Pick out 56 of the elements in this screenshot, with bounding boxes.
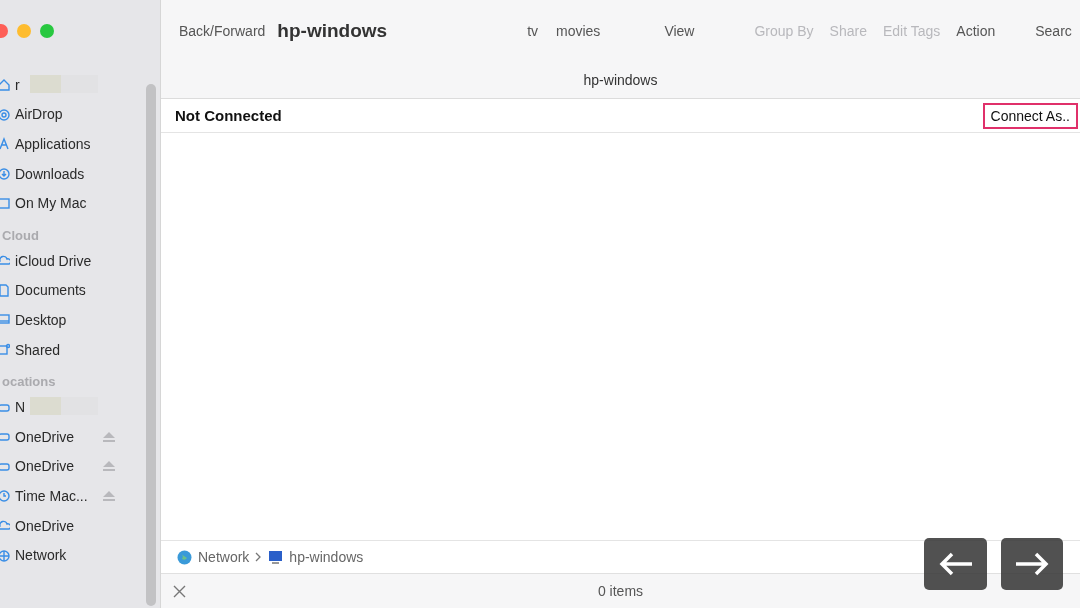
chevron-icon — [255, 552, 263, 562]
cloud-icon — [0, 519, 10, 532]
next-button[interactable] — [1001, 538, 1063, 590]
folder-icon — [0, 196, 10, 210]
sidebar-item[interactable]: N — [15, 399, 26, 416]
sidebar-item[interactable]: Network — [15, 547, 67, 564]
globe-icon — [0, 548, 10, 562]
sidebar-item[interactable]: r — [15, 76, 20, 93]
arrow-right-icon — [1014, 552, 1050, 576]
sidebar-item[interactable]: Shared — [15, 341, 61, 358]
applications-icon — [0, 137, 10, 151]
shared-folder-icon — [0, 343, 10, 357]
path-item[interactable]: hp-windows — [289, 549, 364, 565]
sidebar-item[interactable]: Time Mac... — [15, 487, 88, 504]
previous-button[interactable] — [924, 538, 987, 590]
toolbar-item[interactable]: View — [664, 23, 695, 39]
toolbar-item[interactable]: Action — [956, 23, 996, 39]
sidebar-item[interactable]: On My Mac — [15, 195, 87, 212]
sidebar-item[interactable]: Desktop — [15, 311, 67, 328]
back-forward-button[interactable]: Back/Forward — [179, 23, 266, 39]
airdrop-icon — [0, 107, 10, 121]
toolbar-item[interactable]: Searc — [1035, 23, 1072, 39]
column-header: hp-windows — [583, 72, 658, 88]
sidebar-item[interactable]: Documents — [15, 282, 86, 299]
minimize-button[interactable] — [17, 24, 31, 38]
cloud-icon — [0, 254, 10, 268]
sidebar-section-title: Cloud — [1, 226, 40, 245]
download-icon — [0, 167, 10, 181]
zoom-button[interactable] — [40, 24, 54, 38]
clock-icon — [0, 489, 10, 503]
connection-status: Not Connected — [175, 107, 282, 124]
close-icon[interactable] — [173, 584, 186, 598]
eject-icon[interactable] — [102, 430, 116, 443]
sidebar-section-title: ocations — [1, 373, 57, 392]
eject-icon[interactable] — [102, 460, 116, 473]
sidebar-item[interactable]: OneDrive — [15, 517, 75, 534]
globe-icon — [177, 549, 192, 565]
sidebar-item[interactable]: OneDrive — [15, 428, 75, 445]
item-count: 0 items — [597, 583, 644, 599]
eject-icon[interactable] — [102, 489, 116, 502]
window-title: hp-windows — [277, 20, 388, 42]
document-icon — [0, 283, 10, 297]
desktop-icon — [0, 313, 10, 327]
scrollbar[interactable] — [146, 84, 156, 606]
toolbar-item[interactable]: tv — [527, 23, 538, 39]
connect-as-button[interactable]: Connect As.. — [982, 102, 1078, 129]
toolbar-item[interactable]: movies — [556, 23, 601, 39]
house-icon — [0, 78, 10, 92]
sidebar-item[interactable]: Applications — [15, 136, 91, 152]
sidebar-item[interactable]: iCloud Drive — [15, 252, 92, 269]
monitor-icon — [268, 549, 284, 565]
sidebar-item[interactable]: AirDrop — [15, 106, 63, 123]
sidebar-item[interactable]: Downloads — [15, 165, 85, 182]
path-item[interactable]: Network — [198, 549, 250, 565]
arrow-left-icon — [937, 552, 974, 576]
sidebar-item[interactable]: OneDrive — [15, 458, 75, 475]
